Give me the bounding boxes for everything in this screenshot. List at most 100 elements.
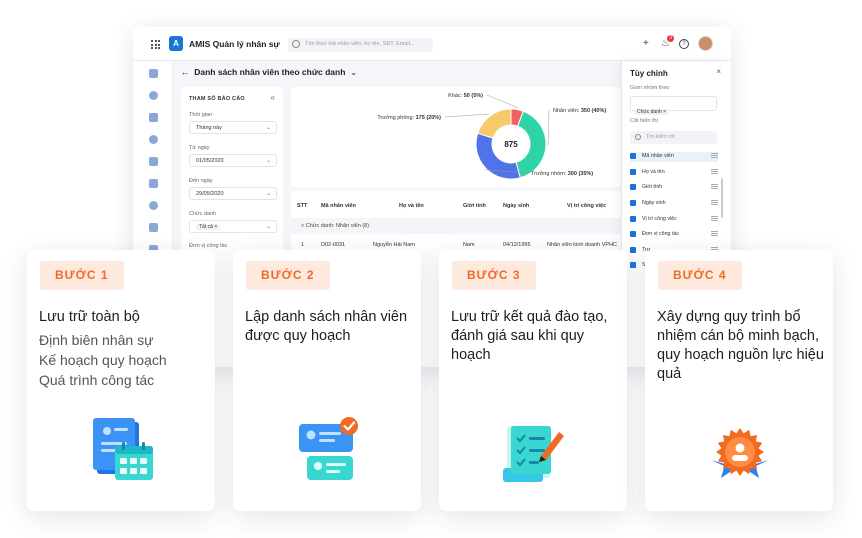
drag-handle-icon[interactable]: [711, 184, 718, 189]
avatar[interactable]: [698, 36, 713, 51]
rail-user-icon[interactable]: [149, 91, 158, 100]
donut-slice[interactable]: [515, 110, 547, 179]
column-option[interactable]: Họ và tên: [630, 168, 718, 178]
chevron-down-icon: ⌄: [265, 191, 271, 197]
slice-leader-line: [444, 113, 490, 118]
from-date-value: 01/05/2020: [196, 158, 224, 164]
step-title: Lập danh sách nhân viên được quy hoạch: [245, 309, 408, 344]
chart-panel: Khác: 50 (5%) Nhân viên: 350 (40%) Trưởng …: [291, 87, 621, 187]
cell-stt: 1: [301, 242, 305, 248]
chevron-down-icon[interactable]: ⌄: [350, 67, 357, 77]
position-select[interactable]: Tất cả × ⌄: [189, 220, 277, 233]
step-sub-item: Kế hoạch quy hoạch: [39, 352, 167, 368]
column-option[interactable]: Mã nhân viên: [630, 152, 718, 162]
checkbox[interactable]: [630, 169, 636, 175]
column-option[interactable]: Giới tính: [630, 183, 718, 193]
column-option[interactable]: Đơn vị công tác: [630, 230, 718, 240]
cell-code: D02-0031: [321, 242, 346, 248]
checklist-pen-icon: [503, 426, 564, 482]
drag-handle-icon[interactable]: [711, 200, 718, 205]
rail-document-icon[interactable]: [149, 113, 158, 122]
position-value: Tất cả: [199, 224, 213, 230]
step-card-2: BƯỚC 2 Lập danh sách nhân viên được quy …: [233, 250, 421, 511]
group-row[interactable]: ˄ Chức danh: Nhân viên (8): [291, 218, 621, 234]
collapse-icon[interactable]: «: [271, 93, 275, 102]
step-title: Lưu trữ toàn bộ: [39, 309, 140, 325]
step-badge: BƯỚC 1: [40, 261, 124, 290]
slice-label: Trưởng phòng: 175 (20%): [377, 114, 441, 121]
checkbox[interactable]: [630, 247, 636, 253]
scrollbar[interactable]: [721, 178, 723, 218]
donut-slice[interactable]: [477, 108, 512, 139]
group-chip-label: Chức danh: [637, 109, 662, 115]
rail-users-icon[interactable]: [149, 157, 158, 166]
group-label: Chức danh: Nhân viên (8): [305, 223, 370, 229]
drag-handle-icon[interactable]: [711, 231, 718, 236]
column-option-label: Họ và tên: [642, 169, 665, 175]
top-bar: A AMIS Quản lý nhân sự Tìm theo mã nhân …: [133, 27, 731, 61]
from-date-label: Từ ngày: [189, 145, 210, 151]
search-icon: [635, 134, 641, 140]
close-icon[interactable]: ×: [716, 67, 721, 76]
help-icon[interactable]: ?: [679, 39, 689, 49]
slice-value: 350 (40%): [581, 108, 607, 114]
cell-name: Nguyễn Hải Nam: [373, 242, 415, 248]
slice-value: 300 (35%): [568, 171, 594, 177]
rail-transfer-icon[interactable]: [149, 179, 158, 188]
group-chip: Chức danh ×: [634, 109, 670, 115]
notification-badge: 3: [667, 35, 674, 42]
checkbox[interactable]: [630, 262, 636, 268]
group-by-select[interactable]: Chức danh ×: [630, 96, 717, 115]
cell-birthdate: 04/12/1995: [503, 242, 531, 248]
chevron-down-icon: ⌄: [265, 158, 271, 164]
slice-leader-line: [486, 94, 518, 108]
add-icon[interactable]: +: [643, 38, 649, 50]
slice-label: Khác: 50 (5%): [448, 93, 483, 99]
from-date-field[interactable]: 01/05/2020 ⌄: [189, 154, 277, 167]
checkbox[interactable]: [630, 200, 636, 206]
column-option-label: Đơn vị công tác: [642, 231, 680, 237]
back-arrow-icon[interactable]: ←: [181, 67, 190, 77]
slice-value: 175 (20%): [416, 115, 442, 121]
column-option-label: Ngày sinh: [642, 200, 666, 206]
checkbox[interactable]: [630, 153, 636, 159]
time-select[interactable]: Tháng này ⌄: [189, 121, 277, 134]
column-search-input[interactable]: Tìm kiếm cột: [630, 131, 717, 144]
column-option[interactable]: Ngày sinh: [630, 199, 718, 209]
documents-calendar-icon: [93, 418, 153, 480]
step-badge: BƯỚC 4: [658, 261, 742, 290]
rail-home-icon[interactable]: [149, 69, 158, 78]
apps-grid-icon[interactable]: [151, 40, 160, 49]
search-placeholder: Tìm theo mã nhân viên, họ tên, SĐT, Emai…: [305, 41, 415, 47]
column-option-label: Giới tính: [642, 184, 663, 190]
col-header-code: Mã nhân viên: [321, 203, 356, 209]
drag-handle-icon[interactable]: [711, 216, 718, 221]
col-header-name: Họ và tên: [399, 203, 424, 209]
col-header-birthdate: Ngày sinh: [503, 203, 530, 209]
rail-team-icon[interactable]: [149, 201, 158, 210]
column-search-placeholder: Tìm kiếm cột: [646, 134, 675, 140]
group-by-label: Gom nhóm theo: [630, 85, 670, 91]
global-search-input[interactable]: Tìm theo mã nhân viên, họ tên, SĐT, Emai…: [288, 38, 433, 52]
to-date-field[interactable]: 29/05/2020 ⌄: [189, 187, 277, 200]
slice-label: Trưởng nhóm: 300 (35%): [531, 170, 593, 177]
step-badge: BƯỚC 2: [246, 261, 330, 290]
to-date-value: 29/05/2020: [196, 191, 224, 197]
cell-gender: Nam: [463, 242, 475, 248]
position-chip: Tất cả ×: [196, 224, 221, 230]
checkbox[interactable]: [630, 216, 636, 222]
checkbox[interactable]: [630, 184, 636, 190]
column-option-label: Mã nhân viên: [642, 153, 674, 159]
rail-profile-icon[interactable]: [149, 135, 158, 144]
rail-gift-icon[interactable]: [149, 223, 158, 232]
col-header-gender: Giới tính: [463, 203, 486, 209]
position-label: Chức danh: [189, 211, 217, 217]
search-icon: [292, 40, 300, 48]
column-option[interactable]: Vị trí công việc: [630, 215, 718, 225]
drag-handle-icon[interactable]: [711, 153, 718, 158]
checkbox[interactable]: [630, 231, 636, 237]
params-title: THAM SỐ BÁO CÁO: [189, 96, 245, 102]
step-title: Lưu trữ kết quả đào tạo, đánh giá sau kh…: [451, 309, 608, 363]
drag-handle-icon[interactable]: [711, 169, 718, 174]
col-header-position: Vị trí công việc: [567, 203, 607, 209]
